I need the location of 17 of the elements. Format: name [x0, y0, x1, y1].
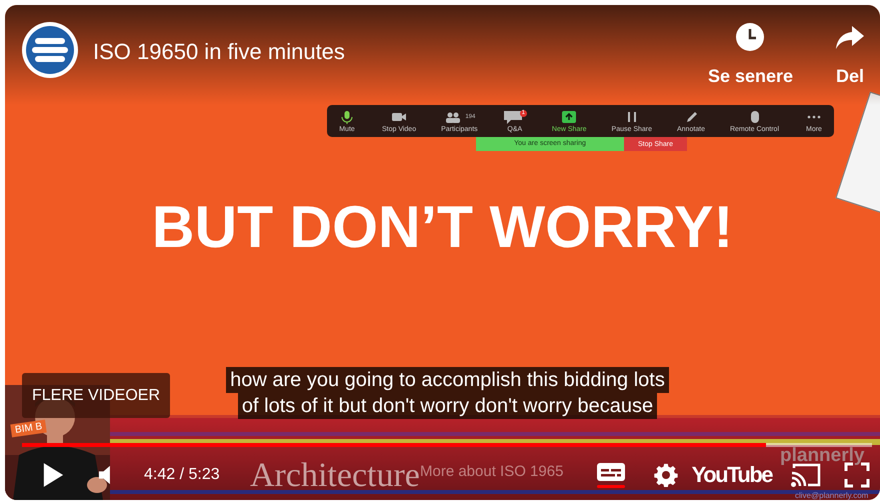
school-name: Architecture — [250, 457, 420, 495]
brand-wordmark: plannerly — [780, 446, 864, 465]
brand-logo[interactable]: YouTube — [692, 462, 772, 488]
header-action-button[interactable]: Del — [835, 22, 865, 87]
slide-heading: BUT DON’T WORRY! — [150, 193, 734, 261]
play-icon[interactable] — [42, 462, 64, 488]
header-action-button[interactable]: Se senere — [708, 22, 793, 87]
video-title[interactable]: ISO 19650 in five minutes — [93, 39, 345, 65]
promo-text: More about ISO 1965 — [420, 463, 564, 480]
channel-logo-icon[interactable] — [22, 22, 78, 78]
time-display: 4:42 / 5:23 — [144, 466, 220, 484]
settings-icon[interactable] — [654, 463, 678, 487]
more-videos-button[interactable]: FLERE VIDEOER — [22, 373, 170, 418]
clock-icon — [735, 22, 766, 52]
video-player[interactable] — [5, 5, 880, 500]
subtitles-icon[interactable] — [596, 461, 626, 489]
qa-icon — [502, 110, 523, 124]
